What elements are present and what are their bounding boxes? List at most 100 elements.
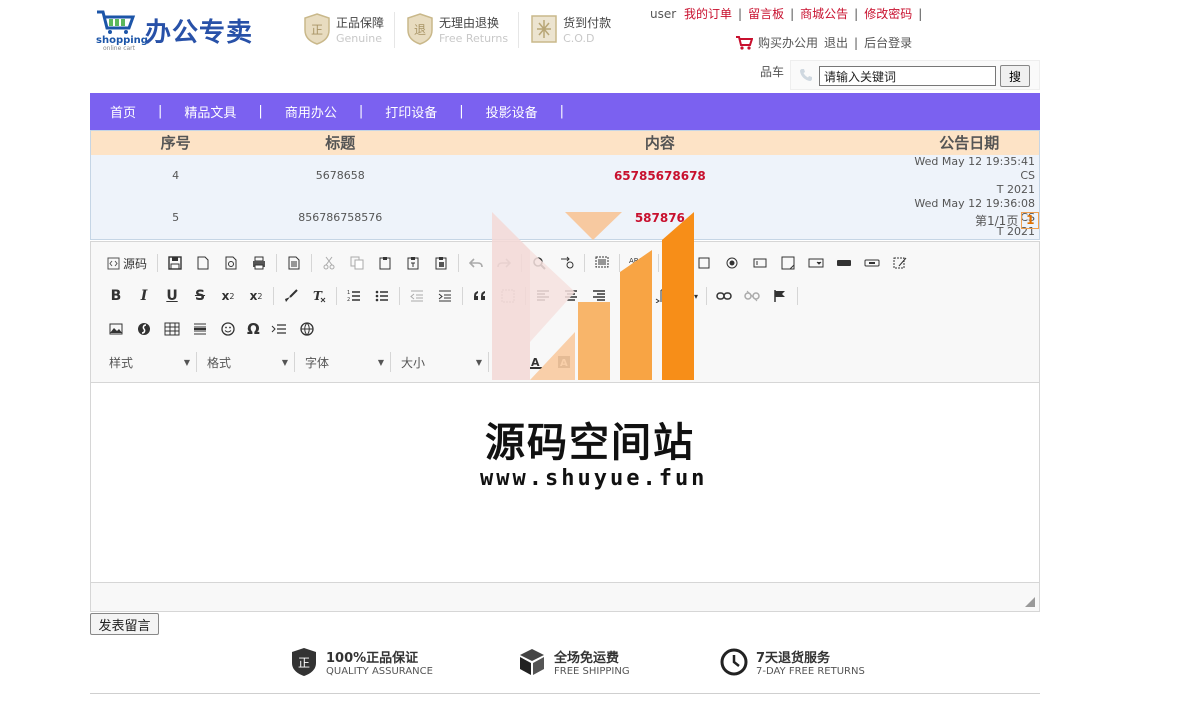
font-combo-label: 字体 [305, 355, 330, 370]
source-button[interactable]: 源码 [105, 252, 149, 274]
paste-button[interactable] [374, 252, 396, 274]
paste-word-button[interactable] [430, 252, 452, 274]
paste-text-icon [407, 257, 419, 270]
undo-icon [469, 258, 483, 268]
align-left-button[interactable] [532, 285, 554, 307]
find-button[interactable] [528, 252, 550, 274]
new-page-icon [197, 256, 209, 270]
format-combo[interactable]: 格式 ▼ [207, 352, 295, 372]
redo-button[interactable] [493, 252, 515, 274]
menu-stationery[interactable]: 精品文具 [184, 102, 236, 121]
strike-button[interactable]: S [189, 285, 211, 307]
spellcheck-button[interactable]: ABC [626, 252, 652, 274]
special-char-button[interactable]: Ω [245, 318, 262, 340]
badge-genuine: 正 正品保障 Genuine [300, 12, 396, 48]
justify-button[interactable] [616, 285, 638, 307]
footer-en: FREE SHIPPING [554, 666, 630, 677]
footer-guarantees: 正 100%正品保证 QUALITY ASSURANCE 全场免运费 FREE … [290, 645, 890, 685]
cut-button[interactable] [318, 252, 340, 274]
paste-icon [379, 257, 391, 270]
page-break-button[interactable] [268, 318, 290, 340]
indent-button[interactable] [434, 285, 456, 307]
new-page-button[interactable] [192, 252, 214, 274]
textarea-button[interactable] [777, 252, 799, 274]
menu-home[interactable]: 首页 [110, 102, 136, 121]
image-button[interactable] [105, 318, 127, 340]
flash-button[interactable] [133, 318, 155, 340]
replace-button[interactable] [556, 252, 578, 274]
subscript-button[interactable]: x2 [217, 285, 239, 307]
remove-format-button[interactable]: T [308, 285, 330, 307]
radio-button[interactable] [721, 252, 743, 274]
quality-shield-icon: 正 [292, 648, 316, 676]
link-icon [716, 292, 732, 300]
preview-button[interactable] [220, 252, 242, 274]
select-button[interactable] [805, 252, 827, 274]
undo-button[interactable] [465, 252, 487, 274]
bidi-button[interactable] [651, 285, 673, 307]
iframe-button[interactable] [296, 318, 318, 340]
search-button[interactable]: 搜 [1000, 65, 1030, 87]
copy-format-button[interactable] [280, 285, 302, 307]
horizontal-rule-button[interactable] [189, 318, 211, 340]
blockquote-button[interactable] [469, 285, 491, 307]
my-orders-link[interactable]: 我的订单 [684, 7, 732, 21]
bg-color-button[interactable]: A [553, 351, 575, 373]
form-button[interactable] [665, 252, 687, 274]
select-all-button[interactable] [591, 252, 613, 274]
paste-text-button[interactable] [402, 252, 424, 274]
guestbook-link[interactable]: 留言板 [748, 7, 784, 21]
maximize-button[interactable] [588, 351, 610, 373]
templates-button[interactable] [283, 252, 305, 274]
anchor-button[interactable] [769, 285, 791, 307]
menu-projectors[interactable]: 投影设备 [486, 102, 538, 121]
save-button[interactable] [164, 252, 186, 274]
numbered-list-button[interactable]: 12 [343, 285, 365, 307]
radio-icon [726, 257, 738, 269]
align-center-button[interactable] [560, 285, 582, 307]
size-combo[interactable]: 大小 ▼ [401, 352, 489, 372]
unlink-button[interactable] [741, 285, 763, 307]
announcement-link[interactable]: 商城公告 [800, 7, 848, 21]
hidden-field-button[interactable] [889, 252, 911, 274]
page-1-button[interactable]: 1 [1021, 212, 1040, 229]
bullet-list-button[interactable] [371, 285, 393, 307]
change-password-link[interactable]: 修改密码 [864, 7, 912, 21]
smiley-button[interactable] [217, 318, 239, 340]
hidden-field-icon [893, 257, 907, 269]
menu-office[interactable]: 商用办公 [285, 102, 337, 121]
text-color-button[interactable]: A [525, 351, 547, 373]
table-button[interactable] [161, 318, 183, 340]
print-button[interactable] [248, 252, 270, 274]
brush-icon [285, 289, 298, 302]
table-row[interactable]: 5 856786758576 587876 Wed May 12 19:36:0… [90, 196, 1040, 240]
styles-combo[interactable]: 样式 ▼ [109, 352, 197, 372]
post-message-button[interactable]: 发表留言 [90, 613, 159, 635]
bold-button[interactable]: B [105, 285, 127, 307]
brand-title: 办公专卖 [145, 18, 254, 48]
logout-link[interactable]: 退出 [824, 34, 848, 51]
checkbox-button[interactable] [693, 252, 715, 274]
cart-link[interactable]: 购买办公用 [758, 34, 818, 51]
italic-button[interactable]: I [133, 285, 155, 307]
resize-grip-icon[interactable] [1025, 597, 1035, 607]
menu-printers[interactable]: 打印设备 [385, 102, 437, 121]
image-button-button[interactable] [861, 252, 883, 274]
search-input[interactable] [819, 66, 996, 86]
underline-button[interactable]: U [161, 285, 183, 307]
show-blocks-button[interactable] [616, 351, 638, 373]
align-right-button[interactable] [588, 285, 610, 307]
button-button[interactable] [833, 252, 855, 274]
copy-button[interactable] [346, 252, 368, 274]
outdent-button[interactable] [406, 285, 428, 307]
div-container-button[interactable] [497, 285, 519, 307]
language-button[interactable]: 話 ▾ [679, 285, 700, 307]
font-combo[interactable]: 字体 ▼ [305, 352, 391, 372]
admin-login-link[interactable]: 后台登录 [864, 34, 912, 51]
textfield-button[interactable] [749, 252, 771, 274]
table-row[interactable]: 4 5678658 65785678678 Wed May 12 19:35:4… [90, 154, 1040, 197]
site-logo[interactable]: shopping online cart 办公专卖 [95, 8, 270, 52]
main-menu: 首页 | 精品文具 | 商用办公 | 打印设备 | 投影设备 | [90, 93, 1040, 130]
link-button[interactable] [713, 285, 735, 307]
superscript-button[interactable]: x2 [245, 285, 267, 307]
